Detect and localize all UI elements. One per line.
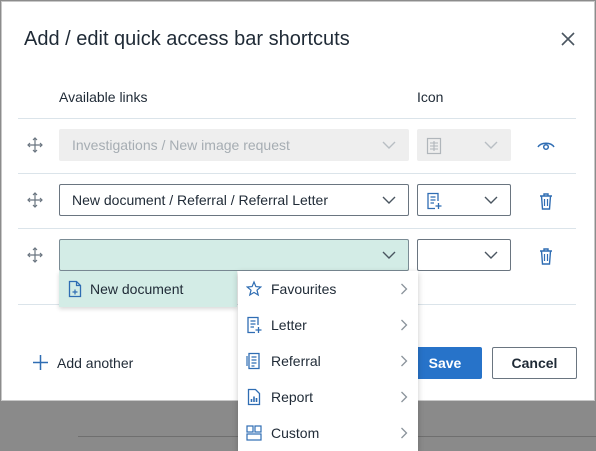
referral-letter-icon — [427, 192, 442, 210]
chevron-down-icon — [484, 251, 498, 259]
chevron-right-icon — [401, 427, 408, 439]
menu-item-label: Referral — [271, 353, 321, 369]
chevron-right-icon — [401, 355, 408, 367]
menu-item-label: Favourites — [271, 281, 337, 297]
icon-select-2[interactable] — [417, 184, 511, 216]
drag-handle-icon[interactable] — [26, 136, 44, 154]
eye-icon[interactable] — [536, 136, 556, 156]
referral-icon — [246, 352, 260, 370]
divider — [18, 173, 576, 174]
drag-handle-icon[interactable] — [26, 246, 44, 264]
cancel-button[interactable]: Cancel — [492, 347, 577, 379]
submenu-new-document: Favourites Letter Referral Report Custom — [238, 271, 418, 451]
header-icon: Icon — [417, 89, 444, 105]
divider — [18, 118, 576, 119]
close-icon[interactable] — [558, 29, 578, 49]
link-select-1[interactable]: Investigations / New image request — [59, 129, 409, 161]
icon-select-1[interactable] — [417, 129, 511, 161]
trash-icon[interactable] — [536, 246, 556, 266]
document-icon — [68, 280, 82, 298]
divider — [18, 228, 576, 229]
plus-icon — [33, 355, 48, 370]
menu-item-label: Report — [271, 389, 314, 405]
menu-item-report[interactable]: Report — [238, 379, 418, 415]
chevron-right-icon — [401, 319, 408, 331]
chevron-right-icon — [401, 283, 408, 295]
chevron-down-icon — [484, 141, 498, 149]
header-available-links: Available links — [59, 89, 148, 105]
chevron-down-icon — [484, 196, 498, 204]
chevron-down-icon — [382, 141, 396, 149]
save-button[interactable]: Save — [408, 347, 482, 379]
star-icon — [246, 280, 262, 297]
link-select-2[interactable]: New document / Referral / Referral Lette… — [59, 184, 409, 216]
menu-item-favourites[interactable]: Favourites — [238, 271, 418, 307]
menu-item-letter[interactable]: Letter — [238, 307, 418, 343]
menu-item-label: Custom — [271, 425, 320, 441]
menu-item-label: Letter — [271, 317, 307, 333]
menu-item-referral[interactable]: Referral — [238, 343, 418, 379]
chevron-down-icon — [382, 251, 396, 259]
link-select-value: Investigations / New image request — [72, 137, 290, 153]
add-another-label: Add another — [57, 355, 134, 371]
menu-item-new-document[interactable]: New document — [59, 271, 285, 307]
menu-item-custom[interactable]: Custom — [238, 415, 418, 451]
chevron-right-icon — [401, 391, 408, 403]
image-request-icon — [426, 137, 442, 155]
menu-item-label: New document — [90, 281, 184, 297]
chevron-down-icon — [382, 196, 396, 204]
letter-icon — [247, 316, 262, 334]
link-select-value: New document / Referral / Referral Lette… — [72, 192, 328, 208]
report-icon — [247, 388, 261, 406]
dialog-title: Add / edit quick access bar shortcuts — [24, 28, 350, 50]
drag-handle-icon[interactable] — [26, 191, 44, 209]
icon-select-3[interactable] — [417, 239, 511, 271]
trash-icon[interactable] — [536, 191, 556, 211]
link-select-3[interactable] — [59, 239, 409, 271]
custom-icon — [246, 425, 262, 441]
